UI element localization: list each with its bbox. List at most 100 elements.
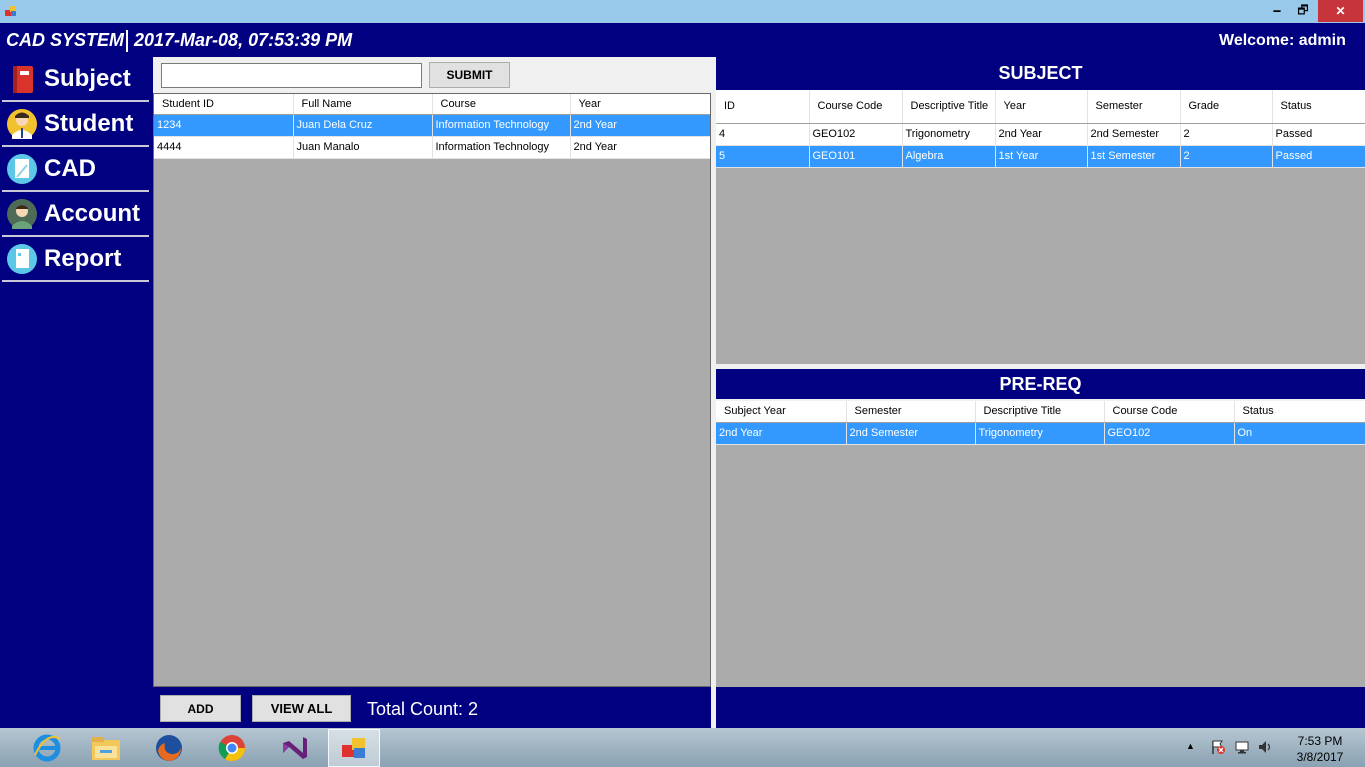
view-all-button[interactable]: VIEW ALL: [252, 695, 351, 722]
header-separator: [126, 30, 128, 52]
student-table: Student ID Full Name Course Year 1234 Ju…: [154, 94, 710, 159]
cell-course: Information Technology: [432, 114, 571, 137]
firefox-icon: [156, 735, 182, 761]
cell-course-code: GEO102: [1104, 422, 1235, 445]
table-header-row: Student ID Full Name Course Year: [154, 94, 710, 115]
column-header-semester[interactable]: Semester: [1087, 90, 1181, 124]
sidebar-item-cad[interactable]: CAD: [2, 148, 149, 192]
cell-year: 2nd Year: [570, 136, 710, 159]
sidebar-item-student[interactable]: Student: [2, 103, 149, 147]
cell-year: 1st Year: [995, 145, 1088, 168]
column-header-descriptive-title[interactable]: Descriptive Title: [902, 90, 996, 124]
column-header-full-name[interactable]: Full Name: [293, 94, 433, 115]
cell-grade: 2: [1180, 123, 1273, 146]
taskbar-app-ie[interactable]: [21, 729, 73, 767]
cell-course: Information Technology: [432, 136, 571, 159]
app-title: CAD SYSTEM: [6, 30, 125, 50]
column-header-id[interactable]: ID: [716, 90, 810, 124]
column-header-grade[interactable]: Grade: [1180, 90, 1273, 124]
table-row[interactable]: 5 GEO101 Algebra 1st Year 1st Semester 2…: [716, 145, 1365, 168]
cell-descriptive-title: Trigonometry: [975, 422, 1105, 445]
datetime-clock: 2017-Mar-08, 07:53:39 PM: [134, 30, 353, 50]
submit-button[interactable]: SUBMIT: [429, 62, 510, 88]
taskbar-app-explorer[interactable]: [80, 729, 132, 767]
tray-clock-date[interactable]: 3/8/2017: [1290, 750, 1350, 764]
network-icon[interactable]: [1234, 739, 1250, 755]
subject-grid[interactable]: ID Course Code Descriptive Title Year Se…: [716, 90, 1365, 364]
document-icon: [7, 154, 37, 184]
minimize-button[interactable]: 🗕: [1266, 0, 1288, 22]
add-button[interactable]: ADD: [160, 695, 241, 722]
user-icon: [7, 199, 37, 229]
action-center-flag-icon[interactable]: [1210, 739, 1226, 755]
cell-year: 2nd Year: [995, 123, 1088, 146]
cell-semester: 2nd Semester: [846, 422, 976, 445]
internet-explorer-icon: [33, 734, 61, 762]
close-button[interactable]: ✕: [1318, 0, 1363, 22]
column-header-subject-year[interactable]: Subject Year: [716, 401, 847, 423]
column-header-course[interactable]: Course: [432, 94, 571, 115]
table-header-row: Subject Year Semester Descriptive Title …: [716, 401, 1365, 423]
cell-descriptive-title: Trigonometry: [902, 123, 996, 146]
sidebar-item-subject[interactable]: Subject: [2, 58, 149, 102]
cell-student-id: 4444: [154, 136, 294, 159]
cell-subject-year: 2nd Year: [716, 422, 847, 445]
column-header-year[interactable]: Year: [995, 90, 1088, 124]
column-header-student-id[interactable]: Student ID: [154, 94, 294, 115]
cell-course-code: GEO101: [809, 145, 903, 168]
cell-grade: 2: [1180, 145, 1273, 168]
volume-icon[interactable]: [1257, 739, 1273, 755]
cell-year: 2nd Year: [570, 114, 710, 137]
subject-panel-title: SUBJECT: [716, 57, 1365, 90]
file-explorer-icon: [92, 737, 120, 760]
table-header-row: ID Course Code Descriptive Title Year Se…: [716, 90, 1365, 124]
taskbar-app-cad-system[interactable]: [328, 729, 380, 767]
tray-clock-time[interactable]: 7:53 PM: [1290, 734, 1350, 748]
report-icon: [7, 244, 37, 274]
total-count-label: Total Count: 2: [367, 699, 479, 719]
cad-app-icon: [342, 738, 365, 758]
taskbar: [0, 728, 1365, 767]
cell-course-code: GEO102: [809, 123, 903, 146]
sidebar-item-report[interactable]: Report: [2, 238, 149, 282]
search-input[interactable]: [161, 63, 422, 88]
taskbar-app-firefox[interactable]: [143, 729, 195, 767]
cell-id: 5: [716, 145, 810, 168]
prereq-panel-title: PRE-REQ: [716, 369, 1365, 399]
sidebar-item-label: Account: [44, 200, 140, 227]
column-header-course-code[interactable]: Course Code: [809, 90, 903, 124]
prereq-footer-bar: [716, 687, 1365, 728]
column-header-semester[interactable]: Semester: [846, 401, 976, 423]
cell-status: Passed: [1272, 145, 1365, 168]
tray-expand-icon[interactable]: ▲: [1186, 741, 1198, 753]
cell-student-id: 1234: [154, 114, 294, 137]
table-row[interactable]: 1234 Juan Dela Cruz Information Technolo…: [154, 114, 710, 137]
sidebar-item-account[interactable]: Account: [2, 193, 149, 237]
column-header-year[interactable]: Year: [570, 94, 710, 115]
table-row[interactable]: 4444 Juan Manalo Information Technology …: [154, 136, 710, 159]
taskbar-app-visual-studio[interactable]: [268, 729, 320, 767]
column-header-status[interactable]: Status: [1234, 401, 1365, 423]
cell-descriptive-title: Algebra: [902, 145, 996, 168]
cell-status: Passed: [1272, 123, 1365, 146]
column-header-descriptive-title[interactable]: Descriptive Title: [975, 401, 1105, 423]
cell-id: 4: [716, 123, 810, 146]
book-icon: [13, 66, 33, 93]
table-row[interactable]: 2nd Year 2nd Semester Trigonometry GEO10…: [716, 422, 1365, 445]
prereq-grid[interactable]: Subject Year Semester Descriptive Title …: [716, 401, 1365, 687]
column-header-status[interactable]: Status: [1272, 90, 1365, 124]
table-row[interactable]: 4 GEO102 Trigonometry 2nd Year 2nd Semes…: [716, 123, 1365, 146]
subject-table: ID Course Code Descriptive Title Year Se…: [716, 90, 1365, 168]
cell-status: On: [1234, 422, 1365, 445]
maximize-button[interactable]: 🗗: [1292, 0, 1314, 22]
cell-semester: 2nd Semester: [1087, 123, 1181, 146]
sidebar-item-label: CAD: [44, 155, 96, 182]
student-grid[interactable]: Student ID Full Name Course Year 1234 Ju…: [153, 93, 711, 687]
cell-full-name: Juan Dela Cruz: [293, 114, 433, 137]
student-icon: [7, 109, 37, 139]
sidebar-item-label: Student: [44, 110, 134, 137]
column-header-course-code[interactable]: Course Code: [1104, 401, 1235, 423]
prereq-table: Subject Year Semester Descriptive Title …: [716, 401, 1365, 445]
taskbar-app-chrome[interactable]: [206, 729, 258, 767]
chrome-icon: [218, 735, 246, 762]
